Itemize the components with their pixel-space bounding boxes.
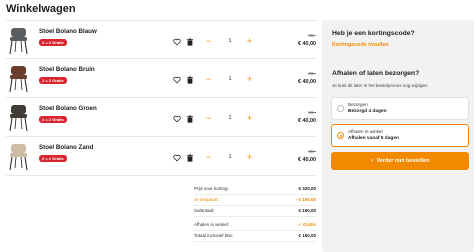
promo-badge: 2 = 2 Gratis — [39, 116, 67, 123]
heart-icon[interactable] — [172, 153, 181, 162]
old-price: 80,- — [308, 71, 316, 76]
option-subtitle: Bezorgd 4 dagen — [348, 109, 387, 114]
cart-item: Stoel Bolano Zand 2 = 2 Gratis − 1 + 80,… — [6, 137, 316, 176]
item-name[interactable]: Stoel Bolano Zand — [39, 144, 93, 151]
trash-icon[interactable] — [185, 114, 194, 123]
cart-item: Stoel Bolano Blauw 2 = 2 Gratis − 1 + 80… — [6, 20, 316, 59]
quantity-value[interactable]: 1 — [216, 113, 244, 124]
radio-button[interactable] — [337, 132, 344, 139]
old-price: 80,- — [308, 149, 316, 154]
heart-icon[interactable] — [172, 37, 181, 46]
chevron-right-icon: › — [370, 158, 373, 164]
promo-badge: 2 = 2 Gratis — [39, 77, 67, 84]
minus-icon[interactable]: − — [203, 152, 214, 163]
trash-icon[interactable] — [185, 153, 194, 162]
old-price: 80,- — [308, 33, 316, 38]
promo-badge: 2 = 2 Gratis — [39, 155, 67, 162]
item-price: € 40,00 — [298, 157, 316, 163]
item-name[interactable]: Stoel Bolano Groen — [39, 105, 97, 112]
item-name[interactable]: Stoel Bolano Blauw — [39, 28, 97, 35]
checkout-button-label: Verder met bestellen — [376, 158, 430, 164]
heart-icon[interactable] — [172, 75, 181, 84]
summary-value: - € 160,00 — [295, 197, 316, 202]
cart-list: Stoel Bolano Blauw 2 = 2 Gratis − 1 + 80… — [6, 20, 316, 176]
old-price: 80,- — [308, 110, 316, 115]
item-price: € 40,00 — [298, 41, 316, 47]
cart-item: Stoel Bolano Bruin 2 = 2 Gratis − 1 + 80… — [6, 59, 316, 98]
summary-row: Prijs voor korting: € 320,00 — [194, 184, 316, 195]
quantity-value[interactable]: 1 — [216, 152, 244, 163]
chair-image — [9, 66, 28, 93]
chair-image — [9, 28, 28, 55]
summary-value: € 160,00 — [298, 208, 316, 213]
delivery-title: Afhalen of laten bezorgen? — [332, 70, 420, 77]
minus-icon[interactable]: − — [203, 36, 214, 47]
trash-icon[interactable] — [185, 75, 194, 84]
page-title: Winkelwagen — [6, 3, 76, 15]
item-price: € 40,00 — [298, 79, 316, 85]
chair-image — [9, 144, 28, 171]
checkout-sidebar: Heb je een kortingscode? Kortingscode in… — [322, 20, 474, 252]
quantity-value[interactable]: 1 — [216, 36, 244, 47]
chair-image — [9, 105, 28, 132]
summary-label: Totaal inclusief btw: — [194, 233, 234, 238]
heart-icon[interactable] — [172, 114, 181, 123]
order-summary: Prijs voor korting: € 320,00 Je bespaart… — [194, 184, 316, 242]
plus-icon[interactable]: + — [244, 152, 255, 163]
promo-badge: 2 = 2 Gratis — [39, 39, 67, 46]
summary-label: Subtotaal: — [194, 208, 215, 213]
delivery-option[interactable]: Bezorgen Bezorgd 4 dagen — [331, 97, 469, 120]
item-price: € 40,00 — [298, 118, 316, 124]
summary-value: ✓ Gratis — [297, 222, 316, 227]
delivery-helper: Je kunt dit later in het bestelproces no… — [332, 83, 428, 88]
plus-icon[interactable]: + — [244, 36, 255, 47]
radio-button[interactable] — [337, 105, 344, 112]
quantity-value[interactable]: 1 — [216, 74, 244, 85]
minus-icon[interactable]: − — [203, 113, 214, 124]
summary-label: Je bespaart: — [194, 197, 219, 202]
summary-label: Afhalen in winkel: — [194, 222, 230, 227]
pickup-option[interactable]: Afhalen in winkel Afhalen vanaf 5 dagen — [331, 124, 469, 147]
option-title: Bezorgen — [348, 102, 368, 107]
discount-title: Heb je een kortingscode? — [332, 30, 415, 37]
discount-code-link[interactable]: Kortingscode invullen — [332, 42, 389, 48]
option-title: Afhalen in winkel — [348, 129, 383, 134]
cart-item: Stoel Bolano Groen 2 = 2 Gratis − 1 + 80… — [6, 98, 316, 137]
item-name[interactable]: Stoel Bolano Bruin — [39, 66, 95, 73]
minus-icon[interactable]: − — [203, 74, 214, 85]
option-subtitle: Afhalen vanaf 5 dagen — [348, 136, 399, 141]
summary-value: € 160,00 — [298, 233, 316, 238]
plus-icon[interactable]: + — [244, 113, 255, 124]
summary-label: Prijs voor korting: — [194, 186, 229, 191]
summary-row: Totaal inclusief btw: € 160,00 — [194, 231, 316, 242]
plus-icon[interactable]: + — [244, 74, 255, 85]
summary-row: Je bespaart: - € 160,00 — [194, 195, 316, 206]
trash-icon[interactable] — [185, 37, 194, 46]
summary-value: € 320,00 — [298, 186, 316, 191]
checkout-button[interactable]: › Verder met bestellen — [331, 152, 469, 170]
summary-row: Afhalen in winkel: ✓ Gratis — [194, 220, 316, 231]
summary-row: Subtotaal: € 160,00 — [194, 206, 316, 217]
